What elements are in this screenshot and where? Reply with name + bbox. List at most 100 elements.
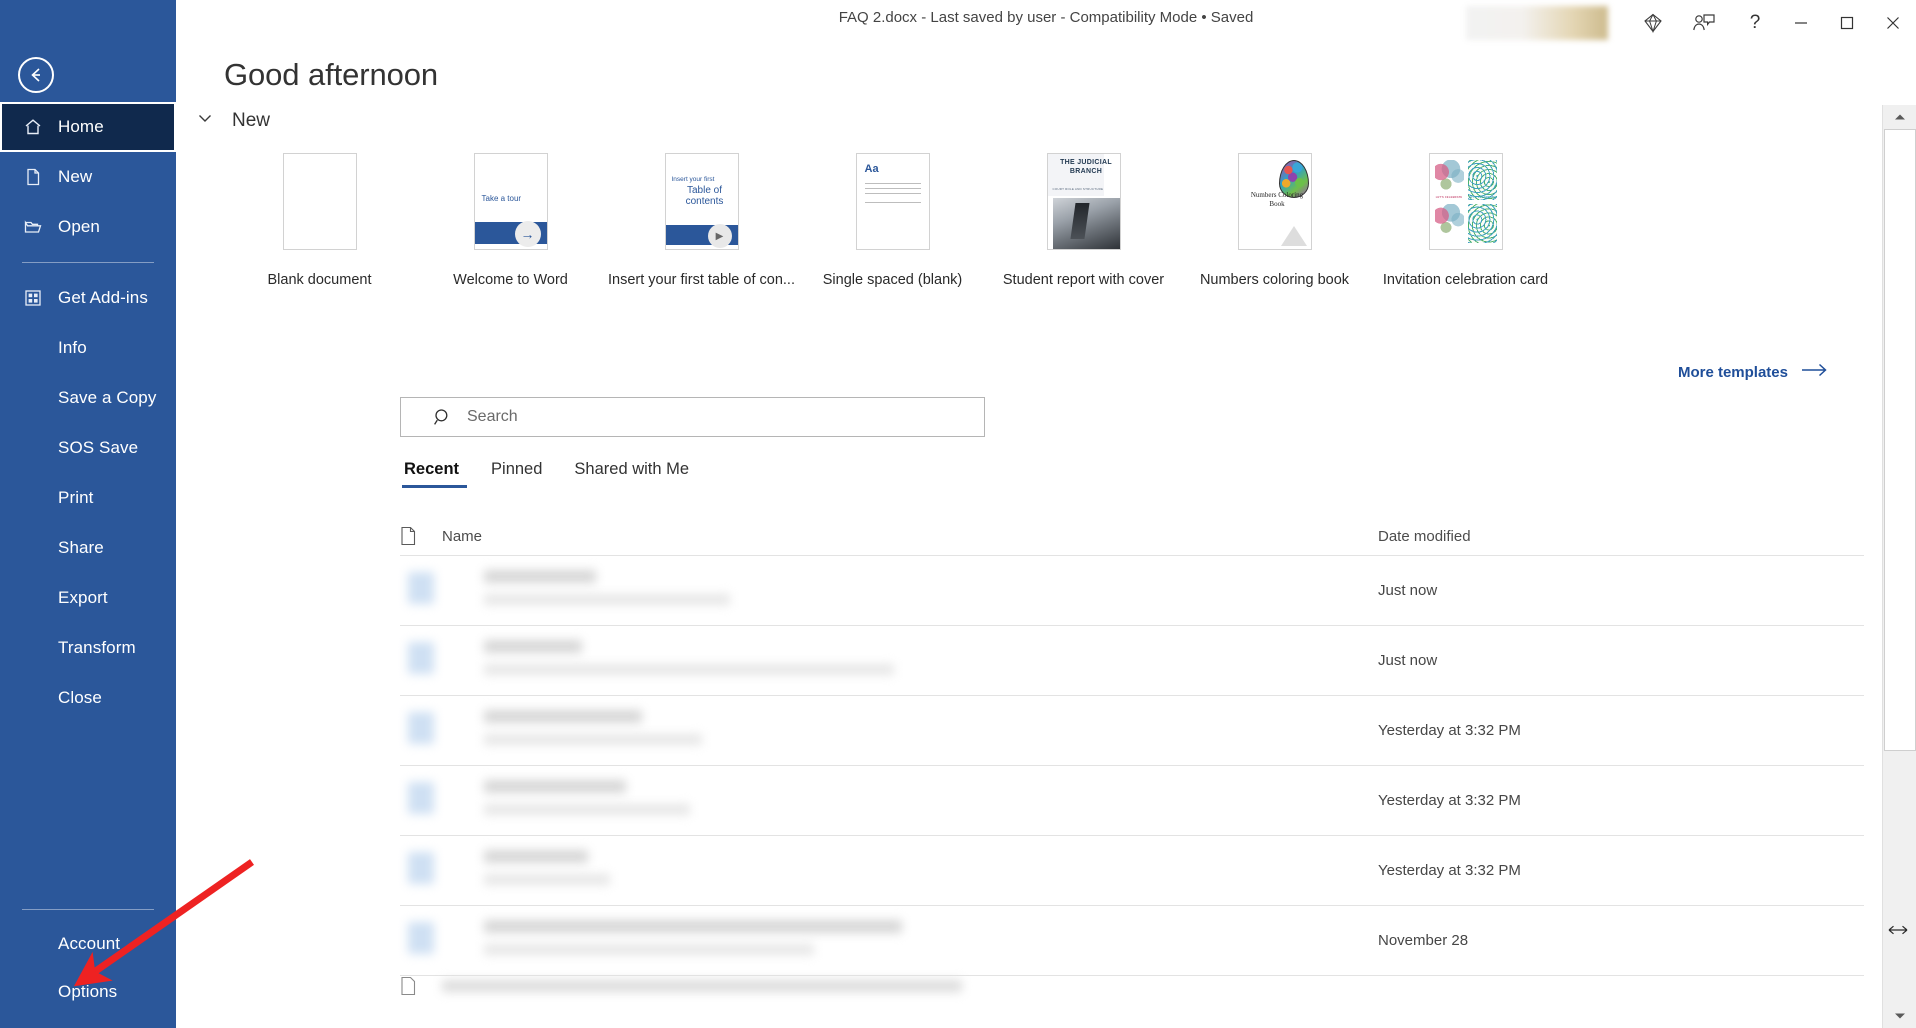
template-student-report-with-cover[interactable]: THE JUDICIAL BRANCH COURT ROLE AND STRUC… <box>988 153 1179 288</box>
back-button[interactable] <box>18 57 54 93</box>
template-thumbnail: Insert your first Table of contents ▶ <box>664 153 739 250</box>
sidebar-nav-list: Home New Open Get Add-ins Info Save a Co… <box>0 102 176 723</box>
column-header-name[interactable]: Name <box>442 528 1378 545</box>
sidebar-item-open[interactable]: Open <box>0 202 176 252</box>
template-label: Invitation celebration card <box>1382 272 1549 288</box>
table-row-partial[interactable] <box>400 975 1864 1001</box>
thumb-card-grid: LET'S CELEBRATE LET'S CELEBRATE <box>1434 160 1497 243</box>
sidebar-item-options[interactable]: Options <box>0 968 176 1016</box>
sidebar-item-get-add-ins[interactable]: Get Add-ins <box>0 273 176 323</box>
sidebar-item-sos-save[interactable]: SOS Save <box>0 423 176 473</box>
new-section-header[interactable]: New <box>188 109 270 132</box>
sidebar-item-label: Account <box>58 934 121 953</box>
sidebar-item-home[interactable]: Home <box>0 102 176 152</box>
tab-recent[interactable]: Recent <box>400 460 475 488</box>
sidebar-item-new[interactable]: New <box>0 152 176 202</box>
more-templates-link[interactable]: More templates <box>1678 363 1828 381</box>
sidebar-item-label: Options <box>58 982 118 1001</box>
template-thumbnail: THE JUDICIAL BRANCH COURT ROLE AND STRUC… <box>1046 153 1121 250</box>
scroll-down-button[interactable] <box>1883 1004 1916 1028</box>
thumb-card-panel: LET'S CELEBRATE <box>1434 160 1464 200</box>
row-date-modified: Just now <box>1378 582 1438 599</box>
search-icon <box>433 407 453 427</box>
template-single-spaced-blank[interactable]: Aa Single spaced (blank) <box>797 153 988 288</box>
recent-files-table: Name Date modified Just now Just now Yes… <box>400 517 1864 1001</box>
template-thumbnail <box>282 153 357 250</box>
account-name-redacted <box>1466 6 1608 40</box>
sidebar-item-share[interactable]: Share <box>0 523 176 573</box>
more-templates-label: More templates <box>1677 363 1788 381</box>
vertical-scrollbar[interactable] <box>1882 105 1916 1028</box>
scroll-up-button[interactable] <box>1883 105 1916 129</box>
sidebar-item-label: Close <box>58 688 102 707</box>
minimize-button[interactable] <box>1778 0 1824 46</box>
row-date-modified: Yesterday at 3:32 PM <box>1378 862 1521 879</box>
thumb-card-panel <box>1434 203 1464 243</box>
table-row[interactable]: Yesterday at 3:32 PM <box>400 765 1864 835</box>
template-gallery: Blank document Take a tour → Welcome to … <box>224 153 1862 288</box>
arrow-left-icon <box>31 68 40 82</box>
close-button[interactable] <box>1870 0 1916 46</box>
thumb-text: Take a tour <box>481 194 522 203</box>
thumb-text: Aa <box>864 163 879 175</box>
sidebar-item-info[interactable]: Info <box>0 323 176 373</box>
thumb-card-panel: LET'S CELEBRATE <box>1467 160 1497 200</box>
tab-shared-with-me[interactable]: Shared with Me <box>558 460 705 488</box>
diamond-icon[interactable] <box>1630 0 1676 46</box>
template-label: Blank document <box>267 272 372 288</box>
row-file-name-redacted <box>408 696 1378 766</box>
table-row[interactable]: Just now <box>400 555 1864 625</box>
template-label: Single spaced (blank) <box>822 272 963 288</box>
thumb-text: LET'S CELEBRATE <box>1468 195 1496 199</box>
template-label: Insert your first table of con... <box>608 272 795 288</box>
search-input[interactable]: Search <box>400 397 985 437</box>
chevron-down-icon <box>196 109 214 132</box>
tab-label: Pinned <box>491 460 543 478</box>
close-icon <box>1887 17 1899 29</box>
template-numbers-coloring-book[interactable]: Numbers Coloring Book Numbers coloring b… <box>1179 153 1370 288</box>
sidebar-item-save-a-copy[interactable]: Save a Copy <box>0 373 176 423</box>
row-date-modified: Just now <box>1378 652 1438 669</box>
file-list-tabs: Recent Pinned Shared with Me <box>400 460 705 488</box>
share-person-icon[interactable] <box>1676 0 1732 46</box>
thumb-rule <box>864 188 921 189</box>
tab-pinned[interactable]: Pinned <box>475 460 558 488</box>
sidebar-bottom-group: Account Options <box>0 899 176 1016</box>
sidebar-item-export[interactable]: Export <box>0 573 176 623</box>
new-section-label: New <box>232 109 271 131</box>
template-welcome-to-word[interactable]: Take a tour → Welcome to Word <box>415 153 606 288</box>
sidebar-item-label: New <box>58 167 93 186</box>
home-icon <box>22 116 44 138</box>
tab-label: Recent <box>404 460 460 478</box>
sidebar-item-label: Info <box>58 338 87 357</box>
table-row[interactable]: Yesterday at 3:32 PM <box>400 835 1864 905</box>
sidebar-item-print[interactable]: Print <box>0 473 176 523</box>
maximize-button[interactable] <box>1824 0 1870 46</box>
scrollbar-thumb[interactable] <box>1884 129 1916 751</box>
backstage-main: FAQ 2.docx - Last saved by user - Compat… <box>176 0 1916 1028</box>
template-blank-document[interactable]: Blank document <box>224 153 415 288</box>
sidebar-item-transform[interactable]: Transform <box>0 623 176 673</box>
table-row[interactable]: November 28 <box>400 905 1864 975</box>
document-icon <box>400 526 442 546</box>
thumb-text: LET'S CELEBRATE <box>1435 195 1463 199</box>
row-date-modified: November 28 <box>1378 932 1469 949</box>
arrow-right-icon <box>1802 363 1828 381</box>
template-invitation-celebration-card[interactable]: LET'S CELEBRATE LET'S CELEBRATE Invitati… <box>1370 153 1561 288</box>
sidebar-item-account[interactable]: Account <box>0 920 176 968</box>
sidebar-item-label: Print <box>58 488 94 507</box>
column-header-date-modified[interactable]: Date modified <box>1378 528 1864 545</box>
sidebar-item-close[interactable]: Close <box>0 673 176 723</box>
help-button[interactable]: ? <box>1732 0 1778 46</box>
table-row[interactable]: Yesterday at 3:32 PM <box>400 695 1864 765</box>
template-insert-table-of-contents[interactable]: Insert your first Table of contents ▶ In… <box>606 153 797 288</box>
row-date-modified: Yesterday at 3:32 PM <box>1378 722 1521 739</box>
backstage-sidebar: Home New Open Get Add-ins Info Save a Co… <box>0 0 176 1028</box>
backstage-scroll-area: New Blank document Take a tour → Welcome… <box>176 105 1882 1028</box>
title-bar: FAQ 2.docx - Last saved by user - Compat… <box>176 0 1916 46</box>
sidebar-divider-top <box>22 262 154 263</box>
table-row[interactable]: Just now <box>400 625 1864 695</box>
thumb-rule <box>864 202 921 203</box>
chevron-down-icon <box>1895 1013 1905 1019</box>
sidebar-item-label: Save a Copy <box>58 388 157 407</box>
